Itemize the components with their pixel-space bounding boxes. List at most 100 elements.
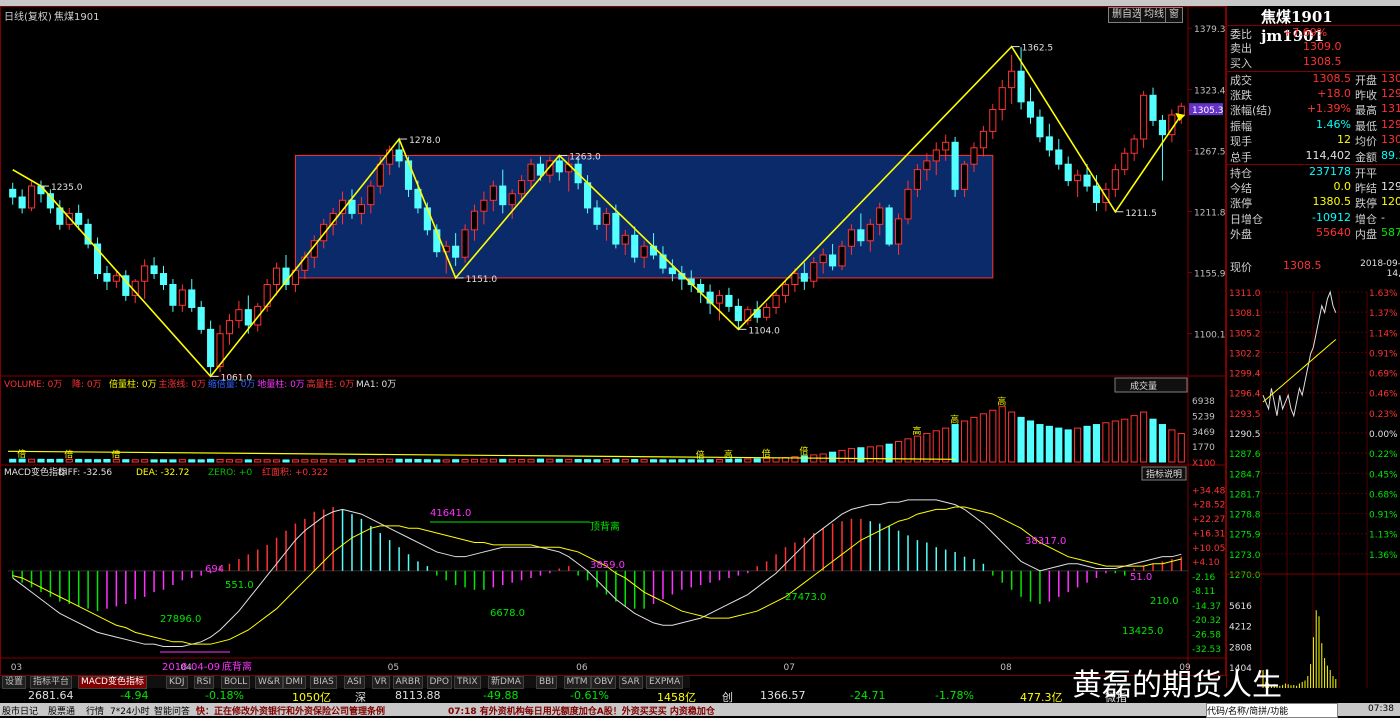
- volume-bar: [376, 458, 384, 463]
- quote-row: 涨跌 +18.0 昨收 1290: [1227, 87, 1400, 102]
- candle-body: [998, 87, 1006, 110]
- indicator-tab[interactable]: BOLL: [221, 676, 251, 689]
- indicator-tab[interactable]: ARBR: [392, 676, 424, 689]
- volume-bar: [141, 459, 149, 463]
- zigzag-label: 1235.0: [51, 183, 83, 193]
- volume-bar: [75, 458, 83, 463]
- volume-tag: 高: [950, 414, 959, 426]
- macd-annotation: 27473.0: [785, 592, 826, 603]
- volume-tag: 倍: [111, 449, 120, 461]
- macd-legend: DIFF: -32.56: [58, 468, 112, 478]
- kline-chart[interactable]: 1379.3 1323.4 1305.3 1267.5 1211.8 1155.9 1100…: [0, 6, 1226, 676]
- volume-bar: [942, 427, 950, 463]
- volume-bar: [546, 458, 554, 463]
- macd-tick-label: -2.16: [1192, 573, 1216, 583]
- volume-tick-label: 6938: [1192, 397, 1215, 407]
- volume-bar: [37, 458, 45, 463]
- candle-body: [235, 309, 243, 322]
- indicator-tab[interactable]: SAR: [618, 676, 643, 689]
- volume-bar: [207, 458, 215, 463]
- candle-body: [103, 273, 111, 282]
- news-ticker-2[interactable]: 07:18 有外资机构每日用光额度加仓A股！外资买买买 内资稳加仓: [448, 704, 715, 717]
- indicator-tab[interactable]: TRIX: [454, 676, 481, 689]
- candle-body: [989, 109, 997, 132]
- macd-annotation: 2018-04-09: [162, 662, 220, 673]
- indicator-tab[interactable]: VR: [371, 676, 390, 689]
- indicator-tab[interactable]: 设置: [2, 676, 27, 689]
- indicator-tab[interactable]: 新DMA: [488, 676, 524, 689]
- indicator-tab[interactable]: OBV: [591, 676, 617, 689]
- quote-row-label: 日增仓: [1230, 212, 1263, 226]
- indicator-tab[interactable]: ASI: [344, 676, 365, 689]
- candle-body: [1074, 174, 1082, 182]
- news-item[interactable]: 股票通: [48, 704, 75, 717]
- candle-body: [518, 180, 526, 195]
- candle-body: [555, 160, 563, 173]
- indicator-tab[interactable]: DMI: [282, 676, 306, 689]
- candle-body: [188, 289, 196, 308]
- candle-body: [376, 163, 384, 187]
- quote-row-value2: -: [1381, 210, 1385, 224]
- news-item[interactable]: 智能问答: [154, 704, 190, 717]
- volume-bar: [612, 458, 620, 463]
- quote-row-label: 涨跌: [1230, 88, 1252, 102]
- candle-body: [141, 265, 149, 282]
- intraday-chart[interactable]: 1311.0 1308.1 1305.2 1302.2 1299.4 1296.4 1293…: [1227, 284, 1400, 688]
- volume-bar: [744, 458, 752, 463]
- intraday-pct-label: 1.63%: [1369, 289, 1398, 299]
- candle-body: [838, 245, 846, 267]
- candle-body: [895, 218, 903, 245]
- indicator-tab[interactable]: EXPMA: [646, 676, 684, 689]
- candle-body: [800, 273, 808, 282]
- indicator-tab[interactable]: W&R: [255, 676, 284, 689]
- candle-body: [499, 185, 507, 206]
- candle-body: [763, 306, 771, 318]
- volume-bar: [489, 458, 497, 463]
- indicator-tab[interactable]: KDJ: [166, 676, 188, 689]
- candle-body: [640, 245, 648, 258]
- status-value: -0.18%: [205, 689, 244, 702]
- indicator-tab[interactable]: RSI: [193, 676, 215, 689]
- quote-row-value2: 1300: [1381, 72, 1400, 85]
- volume-bar: [1149, 418, 1157, 463]
- quote-row: 外盘 55640 内盘 587: [1227, 226, 1400, 241]
- news-ticker[interactable]: 快：正在修改外资银行和外资保险公司管理条例: [196, 704, 385, 717]
- month-label: 05: [388, 663, 399, 673]
- indicator-tab[interactable]: BBI: [536, 676, 558, 689]
- macd-legend: ZERO: +0: [208, 468, 252, 478]
- indicator-tab[interactable]: DPO: [426, 676, 452, 689]
- volume-bar: [367, 459, 375, 463]
- volume-bar: [668, 459, 676, 463]
- candle-body: [1130, 138, 1138, 154]
- volume-bar: [847, 448, 856, 463]
- quote-row-value: 237178: [1309, 165, 1351, 178]
- volume-bar: [1092, 424, 1101, 463]
- quote-row-value: +1.39%: [1306, 102, 1351, 115]
- news-item[interactable]: 7*24小时: [110, 704, 150, 717]
- macd-annotation: 38317.0: [1025, 536, 1066, 547]
- indicator-tab[interactable]: BIAS: [310, 676, 337, 689]
- price-tick-label: 1379.3: [1194, 25, 1226, 35]
- candle-body: [1055, 149, 1063, 165]
- volume-tag: 倍: [696, 449, 705, 461]
- indicator-tab[interactable]: MTM: [563, 676, 591, 689]
- volume-bar: [1102, 422, 1110, 463]
- quote-row-label2: 最高: [1355, 104, 1377, 117]
- indicator-tab[interactable]: 指标平台: [30, 676, 73, 689]
- volume-dropdown-label: 成交量: [1130, 380, 1157, 392]
- intraday-pct-label: 0.91%: [1369, 349, 1398, 359]
- candle-body: [1026, 101, 1035, 118]
- volume-bar: [423, 459, 431, 463]
- news-item[interactable]: 股市日记: [2, 704, 38, 717]
- candle-body: [612, 212, 620, 245]
- volume-bar: [1008, 411, 1016, 463]
- macd-annotation: 27896.0: [160, 614, 201, 625]
- macd-annotation: 6678.0: [490, 608, 525, 619]
- candle-body: [244, 309, 252, 326]
- intraday-price-label: 1296.4: [1229, 390, 1261, 400]
- quote-row-label: 现手: [1230, 135, 1252, 148]
- indicator-tab[interactable]: MACD变色指标: [78, 676, 147, 689]
- volume-legend: 降: 0万: [72, 378, 102, 390]
- news-item[interactable]: 行情: [86, 704, 104, 717]
- month-label: 08: [1000, 663, 1012, 673]
